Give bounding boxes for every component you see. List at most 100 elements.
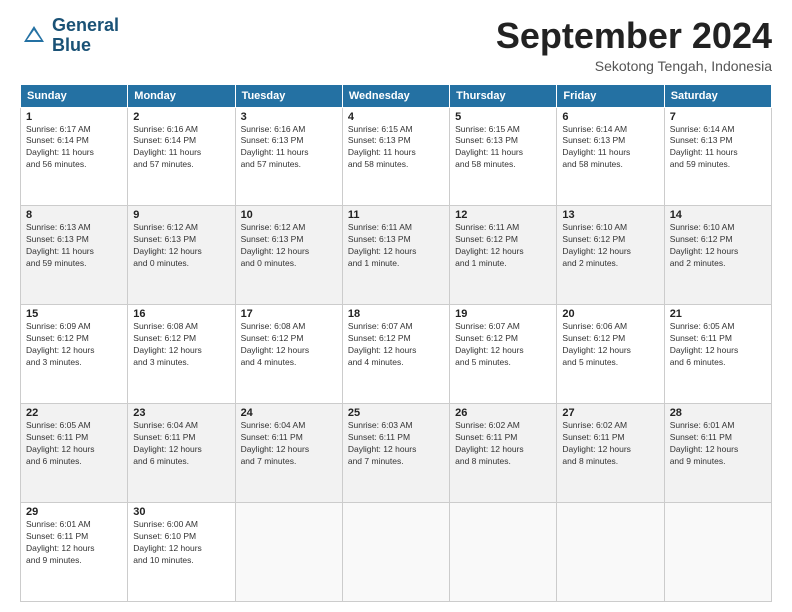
day-info: Sunrise: 6:07 AM Sunset: 6:12 PM Dayligh… xyxy=(455,321,551,369)
day-number: 16 xyxy=(133,308,229,320)
day-info: Sunrise: 6:14 AM Sunset: 6:13 PM Dayligh… xyxy=(562,124,658,172)
day-info: Sunrise: 6:16 AM Sunset: 6:13 PM Dayligh… xyxy=(241,124,337,172)
day-number: 19 xyxy=(455,308,551,320)
day-number: 7 xyxy=(670,111,766,123)
day-cell: 24Sunrise: 6:04 AM Sunset: 6:11 PM Dayli… xyxy=(235,404,342,503)
logo-line2: Blue xyxy=(52,35,91,55)
day-number: 29 xyxy=(26,506,122,518)
day-cell: 29Sunrise: 6:01 AM Sunset: 6:11 PM Dayli… xyxy=(21,503,128,602)
week-row-2: 15Sunrise: 6:09 AM Sunset: 6:12 PM Dayli… xyxy=(21,305,772,404)
weekday-saturday: Saturday xyxy=(664,84,771,107)
day-cell: 11Sunrise: 6:11 AM Sunset: 6:13 PM Dayli… xyxy=(342,206,449,305)
day-cell: 15Sunrise: 6:09 AM Sunset: 6:12 PM Dayli… xyxy=(21,305,128,404)
day-cell: 16Sunrise: 6:08 AM Sunset: 6:12 PM Dayli… xyxy=(128,305,235,404)
day-number: 13 xyxy=(562,209,658,221)
day-info: Sunrise: 6:08 AM Sunset: 6:12 PM Dayligh… xyxy=(241,321,337,369)
day-number: 11 xyxy=(348,209,444,221)
day-number: 3 xyxy=(241,111,337,123)
day-number: 25 xyxy=(348,407,444,419)
day-number: 30 xyxy=(133,506,229,518)
day-cell xyxy=(450,503,557,602)
day-info: Sunrise: 6:11 AM Sunset: 6:12 PM Dayligh… xyxy=(455,222,551,270)
day-info: Sunrise: 6:03 AM Sunset: 6:11 PM Dayligh… xyxy=(348,420,444,468)
day-info: Sunrise: 6:07 AM Sunset: 6:12 PM Dayligh… xyxy=(348,321,444,369)
day-cell: 12Sunrise: 6:11 AM Sunset: 6:12 PM Dayli… xyxy=(450,206,557,305)
day-info: Sunrise: 6:17 AM Sunset: 6:14 PM Dayligh… xyxy=(26,124,122,172)
day-number: 4 xyxy=(348,111,444,123)
day-cell: 23Sunrise: 6:04 AM Sunset: 6:11 PM Dayli… xyxy=(128,404,235,503)
weekday-sunday: Sunday xyxy=(21,84,128,107)
day-cell: 21Sunrise: 6:05 AM Sunset: 6:11 PM Dayli… xyxy=(664,305,771,404)
day-info: Sunrise: 6:08 AM Sunset: 6:12 PM Dayligh… xyxy=(133,321,229,369)
day-cell: 6Sunrise: 6:14 AM Sunset: 6:13 PM Daylig… xyxy=(557,107,664,206)
day-info: Sunrise: 6:10 AM Sunset: 6:12 PM Dayligh… xyxy=(670,222,766,270)
day-number: 28 xyxy=(670,407,766,419)
day-number: 23 xyxy=(133,407,229,419)
week-row-1: 8Sunrise: 6:13 AM Sunset: 6:13 PM Daylig… xyxy=(21,206,772,305)
day-number: 14 xyxy=(670,209,766,221)
day-cell: 2Sunrise: 6:16 AM Sunset: 6:14 PM Daylig… xyxy=(128,107,235,206)
day-number: 21 xyxy=(670,308,766,320)
day-number: 17 xyxy=(241,308,337,320)
weekday-monday: Monday xyxy=(128,84,235,107)
weekday-thursday: Thursday xyxy=(450,84,557,107)
day-info: Sunrise: 6:00 AM Sunset: 6:10 PM Dayligh… xyxy=(133,519,229,567)
day-info: Sunrise: 6:05 AM Sunset: 6:11 PM Dayligh… xyxy=(670,321,766,369)
day-cell: 17Sunrise: 6:08 AM Sunset: 6:12 PM Dayli… xyxy=(235,305,342,404)
day-info: Sunrise: 6:01 AM Sunset: 6:11 PM Dayligh… xyxy=(26,519,122,567)
day-number: 18 xyxy=(348,308,444,320)
day-cell: 4Sunrise: 6:15 AM Sunset: 6:13 PM Daylig… xyxy=(342,107,449,206)
day-cell xyxy=(664,503,771,602)
day-info: Sunrise: 6:11 AM Sunset: 6:13 PM Dayligh… xyxy=(348,222,444,270)
day-cell: 14Sunrise: 6:10 AM Sunset: 6:12 PM Dayli… xyxy=(664,206,771,305)
day-number: 5 xyxy=(455,111,551,123)
header: General Blue September 2024 Sekotong Ten… xyxy=(20,16,772,74)
subtitle: Sekotong Tengah, Indonesia xyxy=(496,58,772,74)
day-cell: 3Sunrise: 6:16 AM Sunset: 6:13 PM Daylig… xyxy=(235,107,342,206)
week-row-0: 1Sunrise: 6:17 AM Sunset: 6:14 PM Daylig… xyxy=(21,107,772,206)
day-cell: 1Sunrise: 6:17 AM Sunset: 6:14 PM Daylig… xyxy=(21,107,128,206)
day-info: Sunrise: 6:12 AM Sunset: 6:13 PM Dayligh… xyxy=(133,222,229,270)
day-number: 27 xyxy=(562,407,658,419)
day-number: 12 xyxy=(455,209,551,221)
day-info: Sunrise: 6:12 AM Sunset: 6:13 PM Dayligh… xyxy=(241,222,337,270)
day-cell: 28Sunrise: 6:01 AM Sunset: 6:11 PM Dayli… xyxy=(664,404,771,503)
logo: General Blue xyxy=(20,16,119,56)
day-info: Sunrise: 6:02 AM Sunset: 6:11 PM Dayligh… xyxy=(455,420,551,468)
day-cell: 18Sunrise: 6:07 AM Sunset: 6:12 PM Dayli… xyxy=(342,305,449,404)
logo-text: General Blue xyxy=(52,16,119,56)
day-cell: 20Sunrise: 6:06 AM Sunset: 6:12 PM Dayli… xyxy=(557,305,664,404)
day-cell: 22Sunrise: 6:05 AM Sunset: 6:11 PM Dayli… xyxy=(21,404,128,503)
logo-line1: General xyxy=(52,15,119,35)
day-number: 24 xyxy=(241,407,337,419)
logo-icon xyxy=(20,22,48,50)
day-number: 6 xyxy=(562,111,658,123)
day-info: Sunrise: 6:14 AM Sunset: 6:13 PM Dayligh… xyxy=(670,124,766,172)
day-number: 20 xyxy=(562,308,658,320)
day-info: Sunrise: 6:16 AM Sunset: 6:14 PM Dayligh… xyxy=(133,124,229,172)
day-info: Sunrise: 6:15 AM Sunset: 6:13 PM Dayligh… xyxy=(455,124,551,172)
day-cell xyxy=(235,503,342,602)
day-info: Sunrise: 6:06 AM Sunset: 6:12 PM Dayligh… xyxy=(562,321,658,369)
day-number: 10 xyxy=(241,209,337,221)
day-cell: 5Sunrise: 6:15 AM Sunset: 6:13 PM Daylig… xyxy=(450,107,557,206)
page: General Blue September 2024 Sekotong Ten… xyxy=(0,0,792,612)
day-cell: 26Sunrise: 6:02 AM Sunset: 6:11 PM Dayli… xyxy=(450,404,557,503)
day-number: 15 xyxy=(26,308,122,320)
day-info: Sunrise: 6:13 AM Sunset: 6:13 PM Dayligh… xyxy=(26,222,122,270)
day-cell: 13Sunrise: 6:10 AM Sunset: 6:12 PM Dayli… xyxy=(557,206,664,305)
day-cell: 27Sunrise: 6:02 AM Sunset: 6:11 PM Dayli… xyxy=(557,404,664,503)
day-info: Sunrise: 6:05 AM Sunset: 6:11 PM Dayligh… xyxy=(26,420,122,468)
day-info: Sunrise: 6:02 AM Sunset: 6:11 PM Dayligh… xyxy=(562,420,658,468)
weekday-header-row: SundayMondayTuesdayWednesdayThursdayFrid… xyxy=(21,84,772,107)
day-cell: 19Sunrise: 6:07 AM Sunset: 6:12 PM Dayli… xyxy=(450,305,557,404)
day-cell: 25Sunrise: 6:03 AM Sunset: 6:11 PM Dayli… xyxy=(342,404,449,503)
title-block: September 2024 Sekotong Tengah, Indonesi… xyxy=(496,16,772,74)
day-info: Sunrise: 6:04 AM Sunset: 6:11 PM Dayligh… xyxy=(133,420,229,468)
calendar-table: SundayMondayTuesdayWednesdayThursdayFrid… xyxy=(20,84,772,602)
day-number: 1 xyxy=(26,111,122,123)
day-cell xyxy=(557,503,664,602)
day-info: Sunrise: 6:10 AM Sunset: 6:12 PM Dayligh… xyxy=(562,222,658,270)
day-number: 26 xyxy=(455,407,551,419)
week-row-4: 29Sunrise: 6:01 AM Sunset: 6:11 PM Dayli… xyxy=(21,503,772,602)
